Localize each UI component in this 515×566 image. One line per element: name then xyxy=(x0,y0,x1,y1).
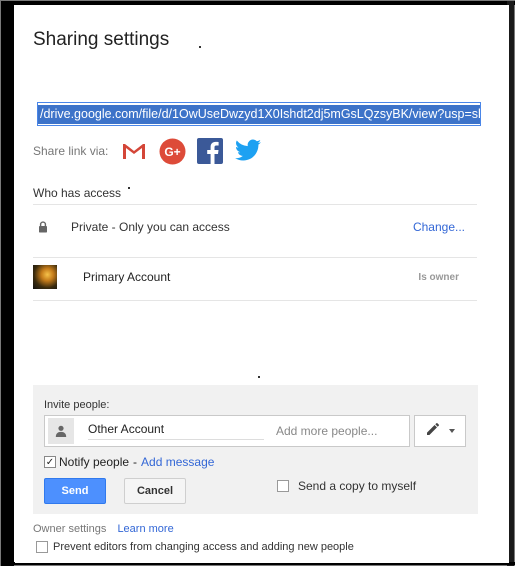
send-copy-label: Send a copy to myself xyxy=(298,479,417,493)
stray-dot xyxy=(128,187,130,189)
owner-role-label: Is owner xyxy=(418,271,459,283)
dialog-title: Sharing settings xyxy=(33,29,170,50)
frame-edge-left xyxy=(1,1,14,566)
owner-row: Primary Account Is owner xyxy=(33,263,477,291)
access-private-text: Private - Only you can access xyxy=(71,220,230,234)
send-button[interactable]: Send xyxy=(44,478,106,504)
owner-settings-label: Owner settings xyxy=(33,523,107,535)
gmail-icon[interactable] xyxy=(120,137,148,165)
permission-dropdown-button[interactable] xyxy=(414,415,466,447)
change-access-link[interactable]: Change... xyxy=(413,220,465,234)
add-message-link[interactable]: Add message xyxy=(141,455,214,469)
invitee-chip[interactable]: Other Account xyxy=(88,422,264,440)
sharing-settings-dialog: Sharing settings /drive.google.com/file/… xyxy=(15,5,509,563)
svg-text:G+: G+ xyxy=(164,145,180,159)
stray-dot xyxy=(199,46,201,48)
pencil-icon xyxy=(425,421,441,442)
prevent-editors-label: Prevent editors from changing access and… xyxy=(53,541,354,553)
google-plus-icon[interactable]: G+ xyxy=(158,137,186,165)
share-link-text[interactable]: /drive.google.com/file/d/1OwUseDwzyd1X0I… xyxy=(38,104,480,124)
cancel-button[interactable]: Cancel xyxy=(124,478,186,504)
twitter-icon[interactable] xyxy=(234,137,262,165)
screenshot-frame: Sharing settings /drive.google.com/file/… xyxy=(0,0,515,566)
notify-people-checkbox[interactable]: ✓ xyxy=(44,456,56,468)
lock-icon xyxy=(33,217,53,237)
notify-people-label: Notify people xyxy=(59,455,130,469)
prevent-editors-row: Prevent editors from changing access and… xyxy=(36,541,354,553)
prevent-editors-checkbox[interactable] xyxy=(36,541,48,553)
chevron-down-icon xyxy=(449,429,455,433)
add-more-people-placeholder[interactable]: Add more people... xyxy=(276,424,377,438)
person-icon xyxy=(48,418,74,444)
separator: - xyxy=(133,455,138,469)
invite-panel: Invite people: Other Account Add more pe… xyxy=(33,385,478,514)
send-copy-checkbox[interactable] xyxy=(277,480,289,492)
divider xyxy=(33,204,477,205)
stray-dot xyxy=(258,376,260,378)
share-link-row: Share link via: G+ xyxy=(33,137,272,165)
share-link-field[interactable]: /drive.google.com/file/d/1OwUseDwzyd1X0I… xyxy=(37,102,481,126)
divider xyxy=(33,257,477,258)
send-copy-row: Send a copy to myself xyxy=(277,479,416,493)
invite-people-input[interactable]: Other Account Add more people... xyxy=(44,415,410,447)
owner-settings-row: Owner settings Learn more xyxy=(33,523,174,535)
share-link-label: Share link via: xyxy=(33,144,109,158)
learn-more-link[interactable]: Learn more xyxy=(117,523,173,535)
divider xyxy=(33,300,477,301)
invite-people-label: Invite people: xyxy=(44,399,110,411)
avatar xyxy=(33,265,57,289)
owner-name: Primary Account xyxy=(83,270,171,284)
notify-people-row: ✓ Notify people - Add message xyxy=(44,455,214,469)
facebook-icon[interactable] xyxy=(196,137,224,165)
access-private-row: Private - Only you can access Change... xyxy=(33,217,477,237)
who-has-access-heading: Who has access xyxy=(33,186,122,200)
